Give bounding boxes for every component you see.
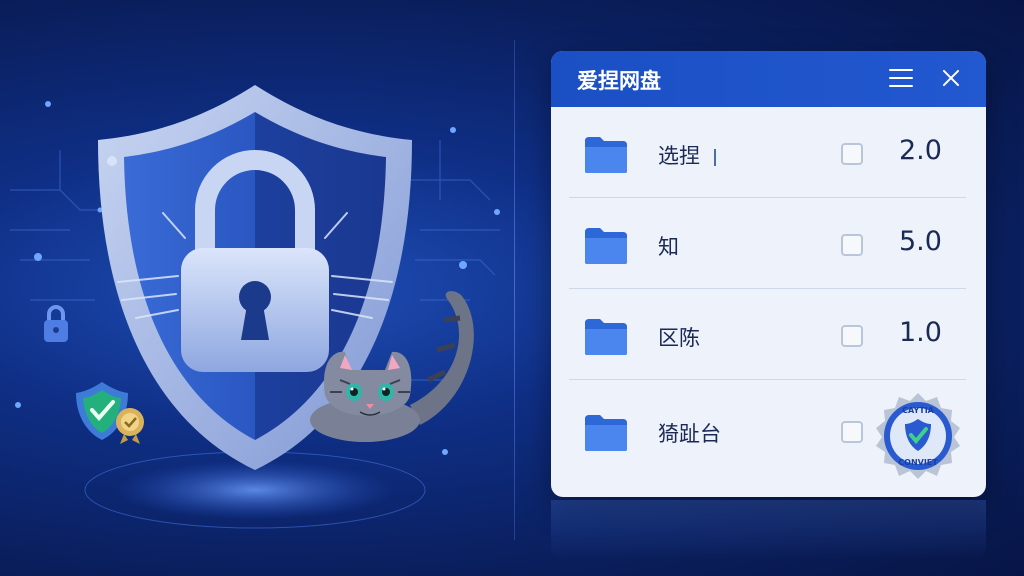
certified-seal-icon: CAYTIA CONVIET xyxy=(876,393,960,479)
folder-icon xyxy=(585,319,627,355)
file-value: 1.0 xyxy=(899,317,942,348)
file-checkbox[interactable] xyxy=(841,234,863,256)
file-name: 选捏 xyxy=(658,140,716,170)
row-divider xyxy=(569,379,966,380)
file-value: 5.0 xyxy=(899,226,942,257)
file-name: 猗趾台 xyxy=(658,422,721,446)
divider-line xyxy=(514,40,515,540)
text-cursor xyxy=(714,148,716,166)
window-titlebar: 爱捏网盘 xyxy=(551,51,986,107)
small-lock-icon xyxy=(44,305,68,342)
seal-bottom-text: CONVIET xyxy=(898,458,938,467)
background-scene: 爱捏网盘 选捏 2.0 知 5.0 区陈 1.0 猗趾台 CAYTIA CONV… xyxy=(0,0,1024,576)
file-row[interactable]: 选捏 2.0 xyxy=(569,107,966,198)
seal-top-text: CAYTIA xyxy=(902,406,935,415)
security-illustration xyxy=(10,85,500,529)
file-name: 知 xyxy=(658,235,679,259)
panel-reflection xyxy=(551,500,986,560)
folder-icon xyxy=(585,228,627,264)
folder-icon xyxy=(585,415,627,451)
file-row[interactable]: 知 5.0 xyxy=(569,198,966,289)
cloud-drive-window: 爱捏网盘 选捏 2.0 知 5.0 区陈 1.0 猗趾台 CAYTIA CONV… xyxy=(551,51,986,497)
file-value: 2.0 xyxy=(899,135,942,166)
file-checkbox[interactable] xyxy=(841,325,863,347)
file-checkbox[interactable] xyxy=(841,421,863,443)
gold-badge-icon xyxy=(116,408,144,444)
file-row[interactable]: 区陈 1.0 xyxy=(569,289,966,380)
window-title: 爱捏网盘 xyxy=(577,69,661,93)
close-icon[interactable] xyxy=(938,65,964,91)
file-name: 区陈 xyxy=(658,326,700,350)
hamburger-menu-icon[interactable] xyxy=(889,69,913,89)
file-checkbox[interactable] xyxy=(841,143,863,165)
folder-icon xyxy=(585,137,627,173)
